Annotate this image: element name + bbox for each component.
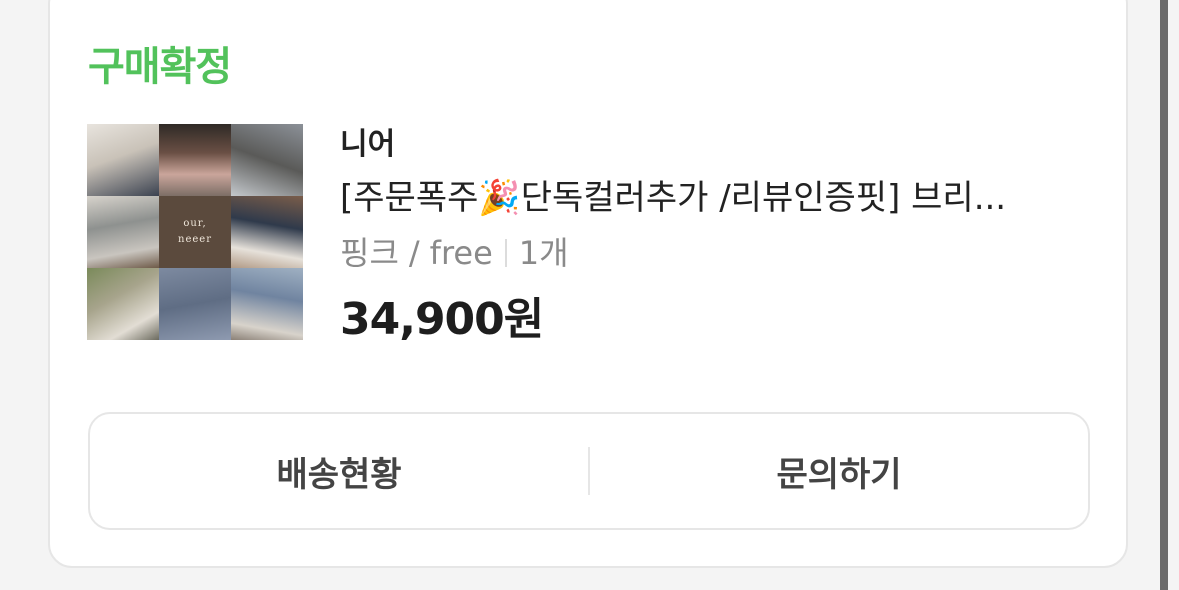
order-action-bar: 배송현황 문의하기 [88,412,1090,530]
thumbnail-photo [231,124,303,196]
product-thumbnail[interactable]: our, neeer [87,124,303,340]
thumbnail-photo [231,196,303,268]
brand-name: 니어 [340,127,396,162]
product-option: 핑크 / free 1개 [340,226,1080,280]
option-color: 핑크 [340,234,399,272]
thumbnail-photo [87,268,159,340]
thumbnail-logo: our, neeer [159,196,231,268]
option-separator: / [408,234,420,272]
thumbnail-photo [231,268,303,340]
order-status: 구매확정 [88,44,232,90]
thumbnail-photo [159,124,231,196]
thumbnail-photo [87,196,159,268]
product-info[interactable]: 니어 [주문폭주🎉단독컬러추가 /리뷰인증핏] 브리... 핑크 / free … [340,120,1080,360]
shipping-status-button[interactable]: 배송현황 [90,414,588,528]
scrollbar[interactable] [1160,0,1168,590]
product-price: 34,900원 [340,294,544,345]
thumbnail-logo-line: neeer [178,234,212,245]
inquiry-button[interactable]: 문의하기 [590,414,1088,528]
thumbnail-logo-line: our, [183,218,207,229]
option-size: free [429,234,493,272]
option-quantity: 1개 [518,234,569,272]
thumbnail-photo [87,124,159,196]
product-name: [주문폭주🎉단독컬러추가 /리뷰인증핏] 브리... [340,178,1007,218]
option-divider [504,239,507,267]
thumbnail-photo [159,268,231,340]
